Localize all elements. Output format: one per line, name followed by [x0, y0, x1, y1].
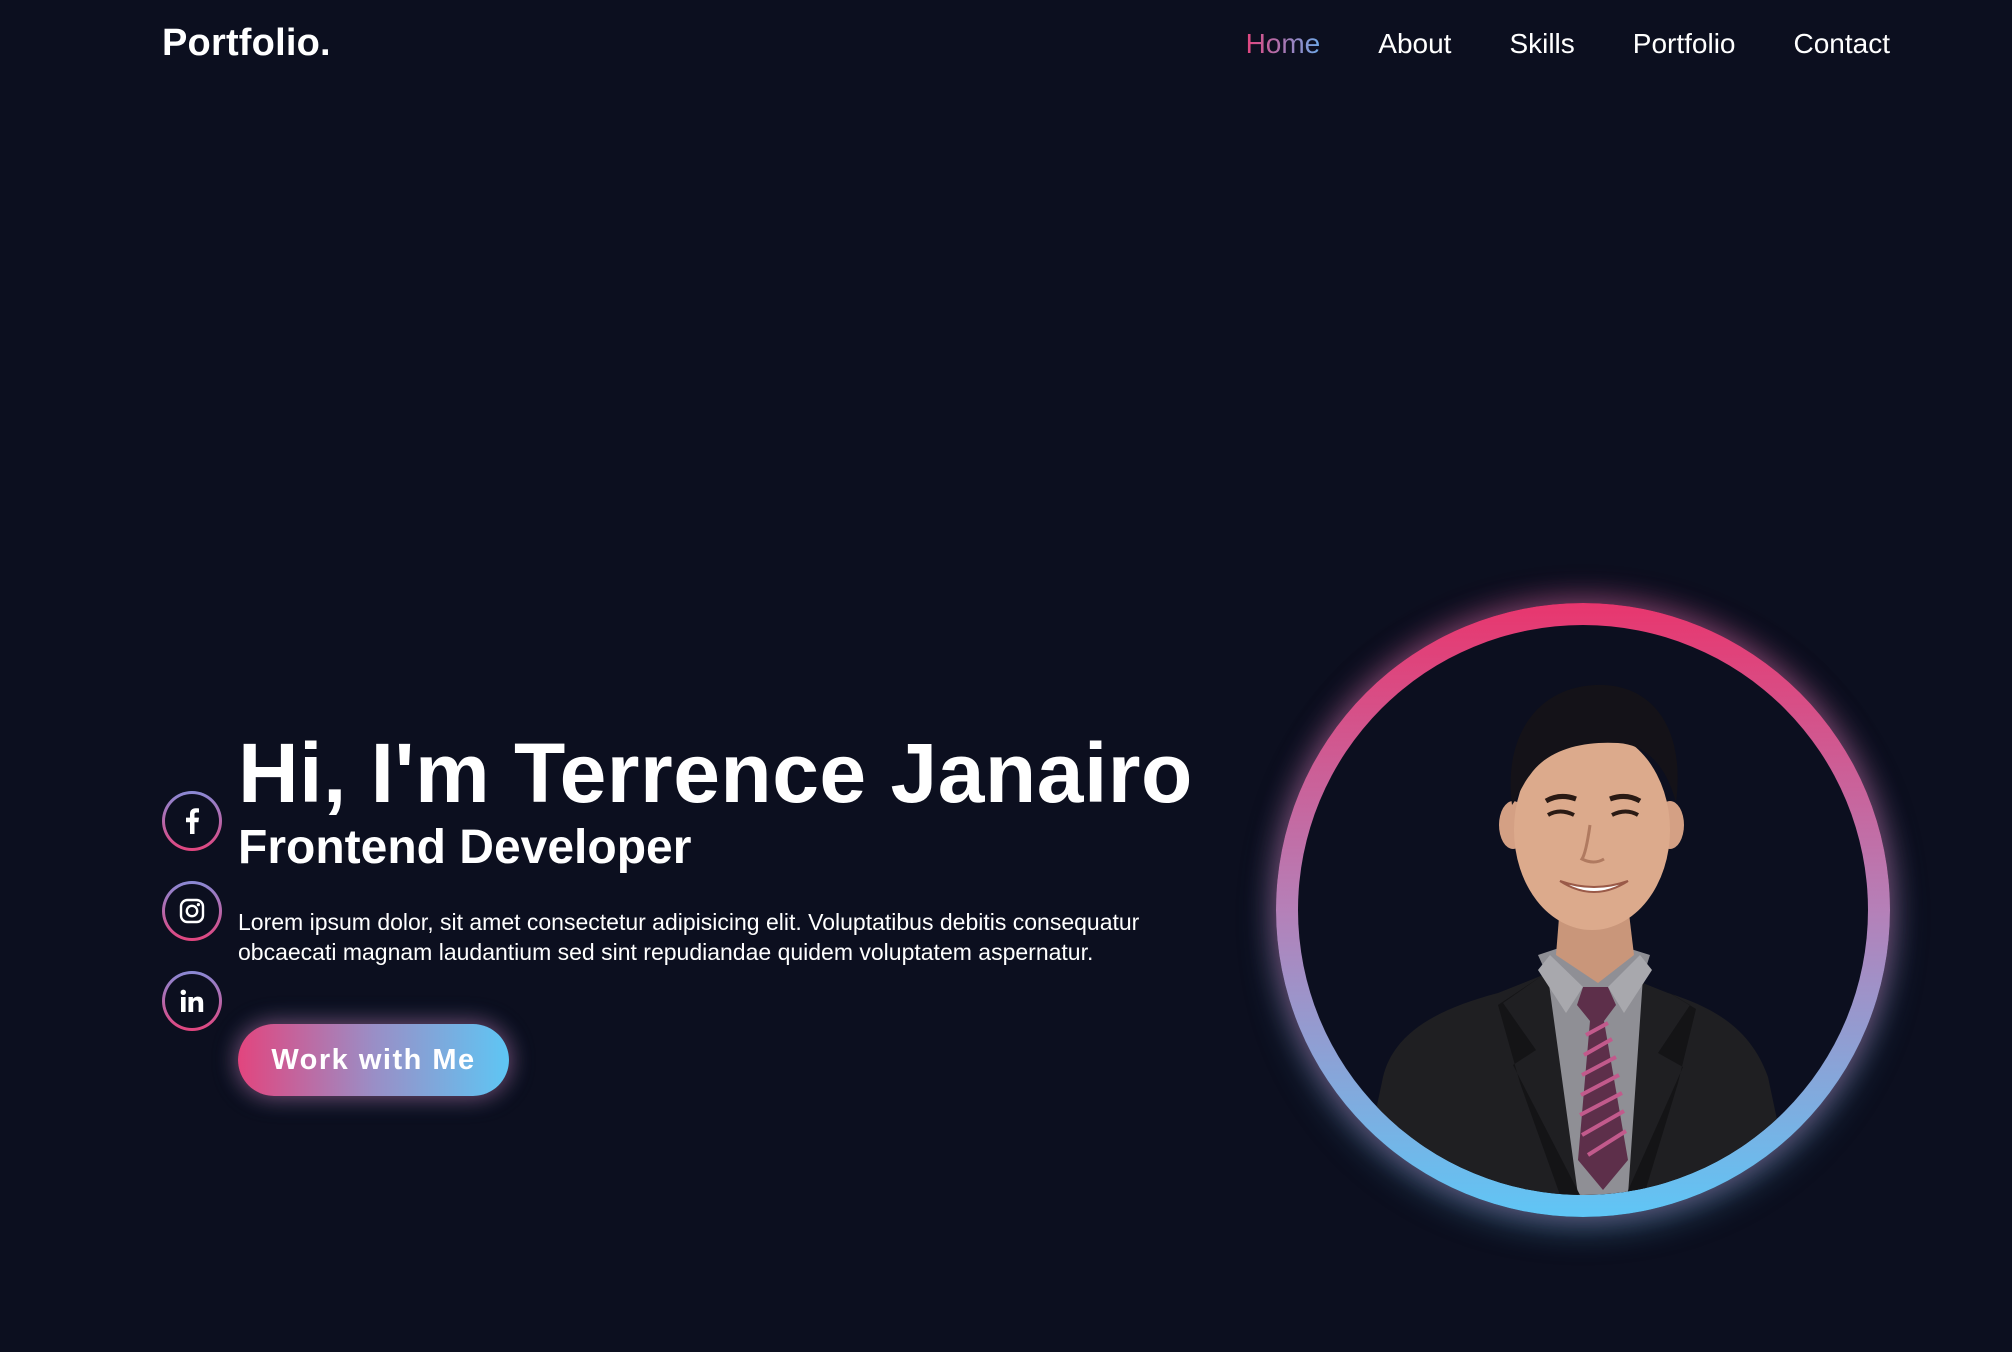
social-links [162, 791, 222, 1031]
main-nav: Home About Skills Portfolio Contact [1246, 28, 1890, 60]
nav-link-skills[interactable]: Skills [1509, 28, 1574, 60]
nav-link-portfolio[interactable]: Portfolio [1633, 28, 1736, 60]
site-logo[interactable]: Portfolio. [162, 22, 331, 65]
hero-title: Hi, I'm Terrence Janairo [238, 726, 1193, 820]
instagram-link[interactable] [162, 881, 222, 941]
portrait-frame [1298, 625, 1868, 1195]
hero-subtitle: Frontend Developer [238, 821, 692, 874]
nav-link-home[interactable]: Home [1246, 28, 1321, 60]
portrait-ring [1276, 603, 1890, 1217]
site-header: Portfolio. Home About Skills Portfolio C… [0, 0, 2012, 90]
facebook-icon [186, 808, 199, 834]
work-with-me-button[interactable]: Work with Me [238, 1024, 509, 1096]
linkedin-icon [180, 989, 204, 1012]
linkedin-link[interactable] [162, 971, 222, 1031]
nav-link-about[interactable]: About [1378, 28, 1451, 60]
hero-description: Lorem ipsum dolor, sit amet consectetur … [238, 909, 1140, 965]
instagram-icon [179, 898, 205, 924]
nav-link-contact[interactable]: Contact [1794, 28, 1891, 60]
profile-photo [1358, 684, 1793, 1195]
facebook-link[interactable] [162, 791, 222, 851]
